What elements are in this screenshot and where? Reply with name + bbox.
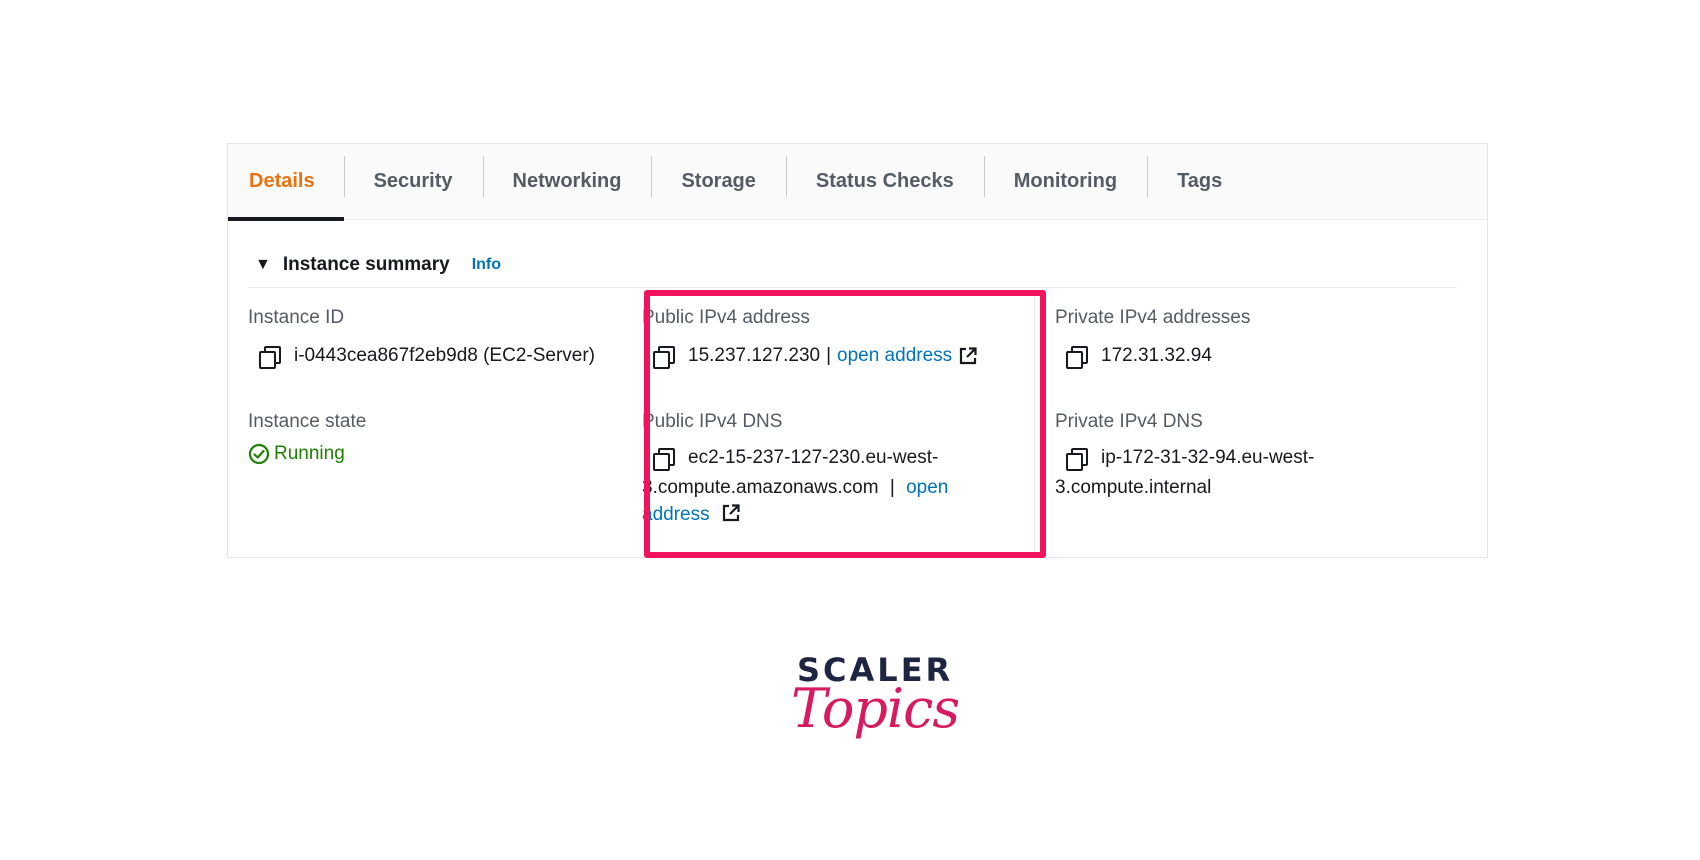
caret-down-icon[interactable]: ▼ [255, 256, 271, 274]
open-address-link-part2[interactable]: address [642, 504, 710, 525]
instance-id-text: i-0443cea867f2eb9d8 (EC2-Server) [294, 345, 596, 366]
public-dns-value: ec2-15-237-127-230.eu-west- 3.compute.am… [642, 443, 1032, 527]
private-ipv4-value: 172.31.32.94 [1055, 345, 1454, 369]
external-link-icon[interactable] [721, 503, 741, 523]
check-circle-icon [248, 443, 270, 465]
public-ipv4-text: 15.237.127.230 [688, 345, 821, 366]
instance-id-value: i-0443cea867f2eb9d8 (EC2-Server) [248, 345, 618, 369]
copy-icon[interactable] [652, 345, 675, 369]
public-column: Public IPv4 address 15.237.127.230 | ope… [642, 297, 1032, 527]
scaler-topics-logo: SCALER Topics [785, 651, 960, 781]
open-address-link-part1[interactable]: open [906, 477, 948, 498]
instance-column: Instance ID i-0443cea867f2eb9d8 (EC2-Ser… [248, 297, 618, 465]
tab-security[interactable]: Security [343, 144, 483, 219]
private-dns-label: Private IPv4 DNS [1055, 411, 1203, 432]
external-link-icon[interactable] [958, 346, 978, 366]
private-dns-value: ip-172-31-32-94.eu-west- 3.compute.inter… [1055, 443, 1454, 503]
public-ipv4-value: 15.237.127.230 | open address [642, 345, 1032, 369]
tab-details[interactable]: Details [228, 144, 344, 221]
instance-summary-header: ▼ Instance summary Info [255, 254, 501, 276]
status-badge: Running [248, 443, 618, 465]
public-dns-line1: ec2-15-237-127-230.eu-west- [688, 447, 939, 468]
public-dns-line2: 3.compute.amazonaws.com [642, 477, 879, 498]
copy-icon[interactable] [1065, 447, 1088, 471]
public-ipv4-label: Public IPv4 address [642, 307, 810, 328]
tab-monitoring[interactable]: Monitoring [983, 144, 1147, 219]
instance-id-label: Instance ID [248, 307, 345, 328]
copy-icon[interactable] [258, 345, 281, 369]
tab-tags[interactable]: Tags [1147, 144, 1252, 219]
private-column: Private IPv4 addresses 172.31.32.94 Priv… [1034, 294, 1454, 554]
tab-bar: Details Security Networking Storage Stat… [228, 144, 1487, 221]
tab-storage[interactable]: Storage [651, 144, 785, 219]
private-dns-line2: 3.compute.internal [1055, 477, 1212, 498]
info-link[interactable]: Info [472, 256, 501, 274]
section-divider [248, 287, 1457, 288]
copy-icon[interactable] [1065, 345, 1088, 369]
instance-state-value: Running [274, 443, 345, 464]
instance-state-label: Instance state [248, 411, 367, 432]
section-title: Instance summary [282, 254, 450, 275]
private-ipv4-label: Private IPv4 addresses [1055, 307, 1251, 328]
tab-networking[interactable]: Networking [482, 144, 652, 219]
public-dns-label: Public IPv4 DNS [642, 411, 783, 432]
separator: | [889, 477, 895, 498]
open-address-link[interactable]: open address [837, 345, 952, 367]
private-dns-line1: ip-172-31-32-94.eu-west- [1101, 447, 1315, 468]
logo-text-bottom: Topics [791, 677, 960, 740]
separator: | [826, 345, 832, 366]
private-ipv4-text: 172.31.32.94 [1101, 345, 1212, 366]
tab-status-checks[interactable]: Status Checks [785, 144, 984, 219]
copy-icon[interactable] [652, 447, 675, 471]
instance-details-panel: Details Security Networking Storage Stat… [227, 143, 1488, 558]
